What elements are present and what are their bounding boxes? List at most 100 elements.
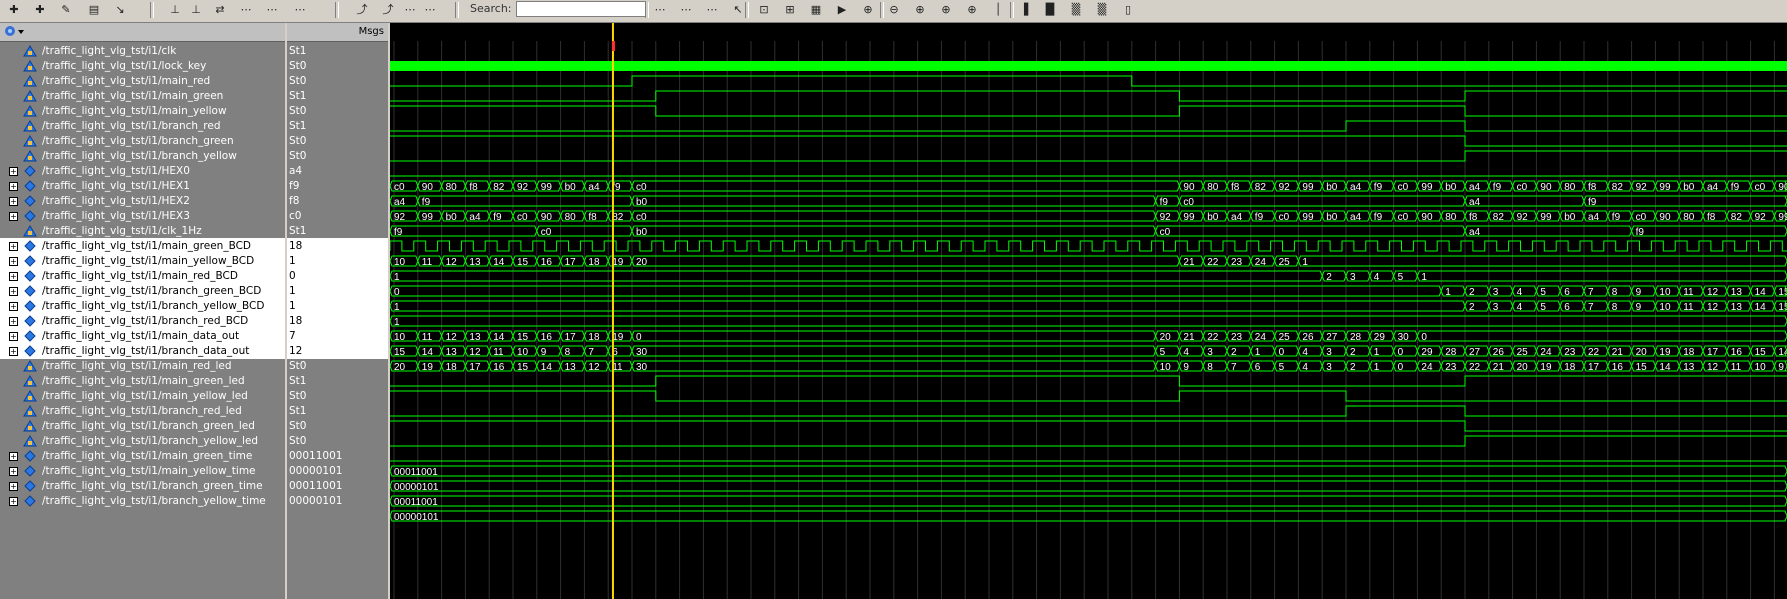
- bus-value-label: 23: [1231, 332, 1243, 343]
- signal-names-pane[interactable]: /traffic_light_vlg_tst/i1/clk/traffic_li…: [0, 23, 285, 599]
- expand-icon[interactable]: +: [9, 242, 18, 251]
- signal-name-row[interactable]: + /traffic_light_vlg_tst/i1/HEX2: [0, 193, 285, 209]
- cursor-delete-icon[interactable]: ⇄: [210, 1, 230, 19]
- signal-name-row[interactable]: + /traffic_light_vlg_tst/i1/branch_data_o…: [0, 343, 285, 359]
- signal-name-row[interactable]: /traffic_light_vlg_tst/i1/lock_key: [0, 58, 285, 74]
- pan-mode-icon[interactable]: ⋯: [676, 1, 696, 19]
- signal-value: 00011001: [289, 450, 343, 462]
- dataflow-icon[interactable]: ⋯: [702, 1, 722, 19]
- bus-value-label: 15: [517, 257, 529, 268]
- signal-value: St0: [289, 135, 307, 147]
- cursor-add-icon[interactable]: │: [988, 1, 1008, 19]
- wave-menu-icon[interactable]: [4, 25, 26, 38]
- signal-name-row[interactable]: /traffic_light_vlg_tst/i1/main_red_led: [0, 358, 285, 374]
- expand-icon[interactable]: +: [9, 182, 18, 191]
- zoom-in-icon[interactable]: ⋯: [236, 1, 256, 19]
- signal-name-row[interactable]: + /traffic_light_vlg_tst/i1/HEX3: [0, 208, 285, 224]
- bar-icon[interactable]: ⊞: [780, 1, 800, 19]
- find-icon[interactable]: ⊥: [165, 1, 185, 19]
- zoom-cursor-icon[interactable]: ▯: [1118, 1, 1138, 19]
- wave-style-icon[interactable]: ▦: [806, 1, 826, 19]
- insert-icon[interactable]: ↘: [110, 1, 130, 19]
- bus-value-label: 21: [1183, 332, 1195, 343]
- edit-icon[interactable]: ✎: [56, 1, 76, 19]
- signal-name-row[interactable]: + /traffic_light_vlg_tst/i1/main_green_ti…: [0, 448, 285, 464]
- select-mode-icon[interactable]: ⋯: [420, 1, 440, 19]
- signal-name-row[interactable]: /traffic_light_vlg_tst/i1/branch_yellow: [0, 148, 285, 164]
- bus-value-label: 9: [1183, 362, 1189, 373]
- signal-name-row[interactable]: /traffic_light_vlg_tst/i1/main_yellow_le…: [0, 388, 285, 404]
- bus-value-label: 92: [1160, 212, 1172, 223]
- expand-icon[interactable]: +: [9, 347, 18, 356]
- format-icon[interactable]: ▤: [84, 1, 104, 19]
- signal-name: /traffic_light_vlg_tst/i1/main_red_led: [42, 360, 232, 372]
- expand-icon[interactable]: +: [9, 272, 18, 281]
- bus-value-label: 22: [1207, 257, 1219, 268]
- cursor-delete-icon[interactable]: ▐: [1014, 1, 1034, 19]
- expand-icon[interactable]: +: [9, 317, 18, 326]
- signal-name-row[interactable]: /traffic_light_vlg_tst/i1/main_red: [0, 73, 285, 89]
- expand-icon[interactable]: +: [9, 332, 18, 341]
- signal-name-row[interactable]: + /traffic_light_vlg_tst/i1/branch_yellow…: [0, 298, 285, 314]
- expand-icon[interactable]: +: [9, 167, 18, 176]
- signal-name-row[interactable]: /traffic_light_vlg_tst/i1/branch_red_led: [0, 403, 285, 419]
- zoom-mode-icon[interactable]: ⋯: [650, 1, 670, 19]
- add-wave-icon[interactable]: ✚: [4, 1, 24, 19]
- expand-icon[interactable]: +: [9, 482, 18, 491]
- signal-name-row[interactable]: + /traffic_light_vlg_tst/i1/branch_red_BC…: [0, 313, 285, 329]
- expand-icon[interactable]: +: [9, 302, 18, 311]
- signal-name-row[interactable]: /traffic_light_vlg_tst/i1/main_yellow: [0, 103, 285, 119]
- cursor-add-icon[interactable]: ⊥: [186, 1, 206, 19]
- expand-icon[interactable]: +: [9, 467, 18, 476]
- format-icon[interactable]: ⊕: [910, 1, 930, 19]
- expand-icon[interactable]: +: [9, 452, 18, 461]
- bus-value-label: f9: [1588, 197, 1597, 208]
- waveform-canvas[interactable]: c0 90 80 f8 82 92 99 b0 a4 f9 c0 90 80 f8 82 92 99 b0 a4 f9…: [390, 23, 1787, 599]
- signal-name-row[interactable]: + /traffic_light_vlg_tst/i1/branch_green_…: [0, 283, 285, 299]
- zoom-full-icon[interactable]: ⋯: [290, 1, 310, 19]
- expand-icon[interactable]: +: [9, 212, 18, 221]
- bus-value-label: 6: [1564, 302, 1570, 313]
- signal-name-row[interactable]: + /traffic_light_vlg_tst/i1/branch_yellow…: [0, 493, 285, 509]
- signal-name-row[interactable]: + /traffic_light_vlg_tst/i1/main_red_BCD: [0, 268, 285, 284]
- zoom-out-icon[interactable]: ⋯: [262, 1, 282, 19]
- signal-name-row[interactable]: /traffic_light_vlg_tst/i1/clk: [0, 43, 285, 59]
- expand-icon[interactable]: +: [9, 257, 18, 266]
- signal-name-row[interactable]: /traffic_light_vlg_tst/i1/main_green_led: [0, 373, 285, 389]
- bus-value-label: b0: [1326, 182, 1338, 193]
- signal-name-row[interactable]: /traffic_light_vlg_tst/i1/main_green: [0, 88, 285, 104]
- zoom-in-icon[interactable]: █: [1040, 1, 1060, 19]
- waveform-pane[interactable]: c0 90 80 f8 82 92 99 b0 a4 f9 c0 90 80 f8 82 92 99 b0 a4 f9…: [390, 23, 1787, 599]
- signal-name-row[interactable]: /traffic_light_vlg_tst/i1/branch_red: [0, 118, 285, 134]
- signal-name-row[interactable]: /traffic_light_vlg_tst/i1/clk_1Hz: [0, 223, 285, 239]
- signal-values-pane[interactable]: Msgs St1 St0 St0 St1 St0 St1 St0 St0 a4 f9 f8 c0 St1…: [287, 23, 388, 599]
- edge-next-icon[interactable]: ⋯: [400, 1, 420, 19]
- expand-icon[interactable]: +: [9, 497, 18, 506]
- expand-icon[interactable]: +: [9, 197, 18, 206]
- signal-name-row[interactable]: + /traffic_light_vlg_tst/i1/main_yellow_B…: [0, 253, 285, 269]
- signal-name-row[interactable]: + /traffic_light_vlg_tst/i1/main_green_BC…: [0, 238, 285, 254]
- edge-prev-icon[interactable]: ⤴: [378, 1, 398, 19]
- insert-icon[interactable]: ⊕: [936, 1, 956, 19]
- signal-name-row[interactable]: + /traffic_light_vlg_tst/i1/branch_green_…: [0, 478, 285, 494]
- signal-name-row[interactable]: /traffic_light_vlg_tst/i1/branch_green: [0, 133, 285, 149]
- add-wave-icon[interactable]: ▶: [832, 1, 852, 19]
- add-group-icon[interactable]: ⊕: [858, 1, 878, 19]
- bus-value-label: 4: [1517, 302, 1523, 313]
- signal-name-row[interactable]: /traffic_light_vlg_tst/i1/branch_yellow_…: [0, 433, 285, 449]
- expand-icon[interactable]: +: [9, 287, 18, 296]
- signal-name-row[interactable]: + /traffic_light_vlg_tst/i1/main_data_out: [0, 328, 285, 344]
- signal-name-row[interactable]: + /traffic_light_vlg_tst/i1/HEX0: [0, 163, 285, 179]
- zoom-cursor-icon[interactable]: ⤴: [352, 1, 372, 19]
- find-icon[interactable]: ⊕: [962, 1, 982, 19]
- signal-name-row[interactable]: /traffic_light_vlg_tst/i1/branch_green_l…: [0, 418, 285, 434]
- edit-icon[interactable]: ⊖: [884, 1, 904, 19]
- signal-name-row[interactable]: + /traffic_light_vlg_tst/i1/HEX1: [0, 178, 285, 194]
- zoom-full-icon[interactable]: ▒: [1092, 1, 1112, 19]
- zoom-out-icon[interactable]: ▒: [1066, 1, 1086, 19]
- signal-name-row[interactable]: + /traffic_light_vlg_tst/i1/main_yellow_t…: [0, 463, 285, 479]
- add-group-icon[interactable]: ✚: [30, 1, 50, 19]
- column-icon[interactable]: ⊡: [754, 1, 774, 19]
- bus-value-label: 29: [1374, 332, 1386, 343]
- search-input[interactable]: [516, 1, 646, 17]
